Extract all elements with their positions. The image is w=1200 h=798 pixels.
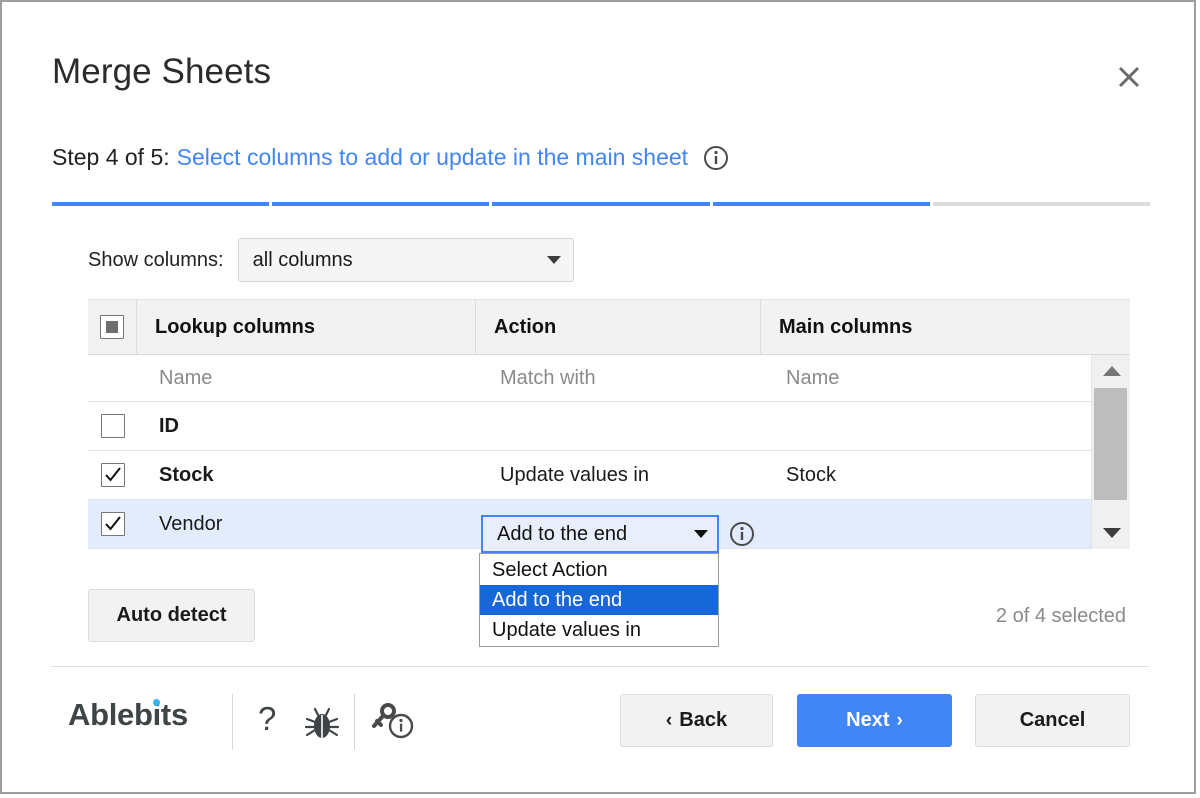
columns-table: Lookup columns Action Main columns Name …	[88, 299, 1130, 549]
step-description-link[interactable]: Select columns to add or update in the m…	[177, 144, 688, 171]
selected-count-label: 2 of 4 selected	[995, 605, 1126, 627]
scrollbar-thumb[interactable]	[1094, 388, 1127, 500]
show-columns-row: Show columns: all columns	[88, 238, 574, 282]
dropdown-option-add-to-the-end[interactable]: Add to the end	[480, 585, 718, 615]
action-info-button[interactable]	[729, 521, 755, 552]
cancel-button[interactable]: Cancel	[975, 694, 1130, 747]
auto-detect-button[interactable]: Auto detect	[88, 589, 255, 642]
next-button[interactable]: Next ›	[797, 694, 952, 747]
action-select-value: Add to the end	[497, 522, 628, 545]
close-icon	[1118, 66, 1140, 88]
step-prefix: Step 4 of 5:	[52, 144, 170, 170]
row-action: Update values in	[500, 463, 649, 486]
subheader-lookup-name: Name	[159, 366, 213, 389]
bug-icon	[304, 707, 340, 738]
brand-dot-icon	[152, 699, 160, 706]
subheader-main-name: Name	[786, 366, 840, 389]
table-row[interactable]: Stock Update values in Stock	[88, 451, 1091, 500]
row-checkbox[interactable]	[100, 463, 125, 487]
progress-segment-3	[492, 202, 710, 206]
step-progress-bar	[52, 202, 1151, 206]
row-lookup-name: ID	[159, 414, 179, 437]
dropdown-option-select-action[interactable]: Select Action	[480, 555, 718, 585]
header-lookup-columns: Lookup columns	[137, 300, 476, 354]
checkmark-icon	[104, 467, 121, 482]
page-title: Merge Sheets	[52, 52, 272, 91]
select-all-cell	[88, 300, 137, 354]
back-button[interactable]: ‹ Back	[620, 694, 773, 747]
progress-segment-2	[272, 202, 490, 206]
table-scrollbar[interactable]	[1091, 355, 1130, 549]
step-info-button[interactable]	[703, 145, 729, 171]
table-subheader-row: Name Match with Name	[88, 355, 1091, 402]
row-check-cell	[88, 414, 137, 438]
progress-segment-1	[52, 202, 270, 206]
back-button-label: Back	[679, 709, 728, 731]
row-check-cell	[88, 463, 137, 487]
progress-segment-4	[712, 202, 930, 206]
info-icon	[704, 145, 729, 170]
chevron-down-icon	[694, 530, 708, 538]
action-dropdown-options[interactable]: Select Action Add to the end Update valu…	[479, 553, 719, 647]
show-columns-value: all columns	[252, 248, 353, 271]
table-row[interactable]: ID	[88, 402, 1091, 451]
help-button[interactable]: ?	[258, 702, 276, 735]
close-button[interactable]	[1112, 60, 1146, 94]
show-columns-label: Show columns:	[88, 248, 224, 271]
key-info-icon	[372, 703, 414, 739]
scroll-up-button[interactable]	[1092, 357, 1131, 385]
action-select-vendor[interactable]: Add to the end	[481, 515, 719, 553]
brand-text: Ablebits	[68, 697, 188, 732]
select-all-checkbox[interactable]	[100, 315, 124, 339]
header-action: Action	[476, 300, 761, 354]
footer-divider	[51, 666, 1149, 667]
scroll-down-button[interactable]	[1092, 519, 1131, 547]
row-main-name: Stock	[786, 463, 837, 486]
header-main-columns: Main columns	[779, 315, 913, 338]
checkmark-icon	[104, 516, 121, 531]
subheader-match-with: Match with	[500, 366, 596, 389]
show-columns-select[interactable]: all columns	[237, 238, 574, 282]
row-check-cell	[88, 512, 137, 536]
next-button-label: Next	[846, 709, 890, 731]
brand-logo: Ablebits	[68, 697, 188, 733]
row-lookup-name: Stock	[159, 463, 214, 486]
step-header: Step 4 of 5: Select columns to add or up…	[52, 144, 729, 171]
chevron-left-icon: ‹	[665, 709, 673, 731]
info-icon	[730, 522, 754, 546]
merge-sheets-dialog: Merge Sheets Step 4 of 5: Select columns…	[0, 0, 1196, 794]
license-info-button[interactable]	[370, 700, 416, 749]
row-checkbox[interactable]	[100, 512, 125, 536]
report-bug-button[interactable]	[302, 703, 342, 748]
row-checkbox[interactable]	[100, 414, 125, 438]
chevron-right-icon: ›	[896, 709, 903, 731]
chevron-down-icon	[1102, 528, 1121, 538]
footer-divider-2	[354, 694, 355, 750]
row-lookup-name: Vendor	[159, 512, 223, 535]
progress-segment-5	[932, 202, 1151, 206]
table-header-row: Lookup columns Action Main columns	[88, 299, 1130, 355]
footer-divider-1	[232, 694, 233, 750]
dropdown-option-update-values-in[interactable]: Update values in	[480, 615, 718, 645]
chevron-up-icon	[1102, 366, 1121, 376]
chevron-down-icon	[546, 256, 561, 264]
